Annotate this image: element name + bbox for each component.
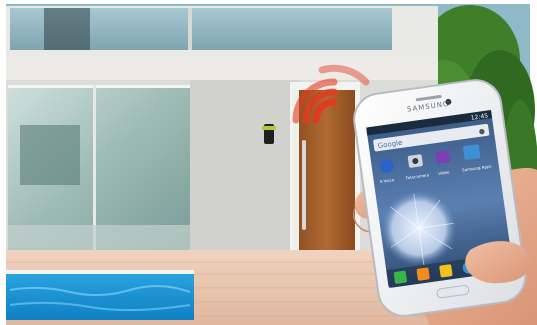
door-handle [302, 140, 306, 230]
video-icon [435, 150, 451, 164]
microphone-icon[interactable]: ● [478, 127, 485, 136]
upper-window-right [192, 8, 392, 50]
contacts-icon[interactable] [416, 267, 430, 281]
upper-window-left [10, 8, 188, 50]
thumb [465, 241, 531, 284]
phone-icon[interactable] [393, 270, 408, 284]
store-icon [463, 144, 481, 160]
messages-icon[interactable] [439, 264, 453, 278]
smart-home-scene: SAMSUNG 12:45 Google ● S Voice Fotocamer… [0, 0, 537, 325]
